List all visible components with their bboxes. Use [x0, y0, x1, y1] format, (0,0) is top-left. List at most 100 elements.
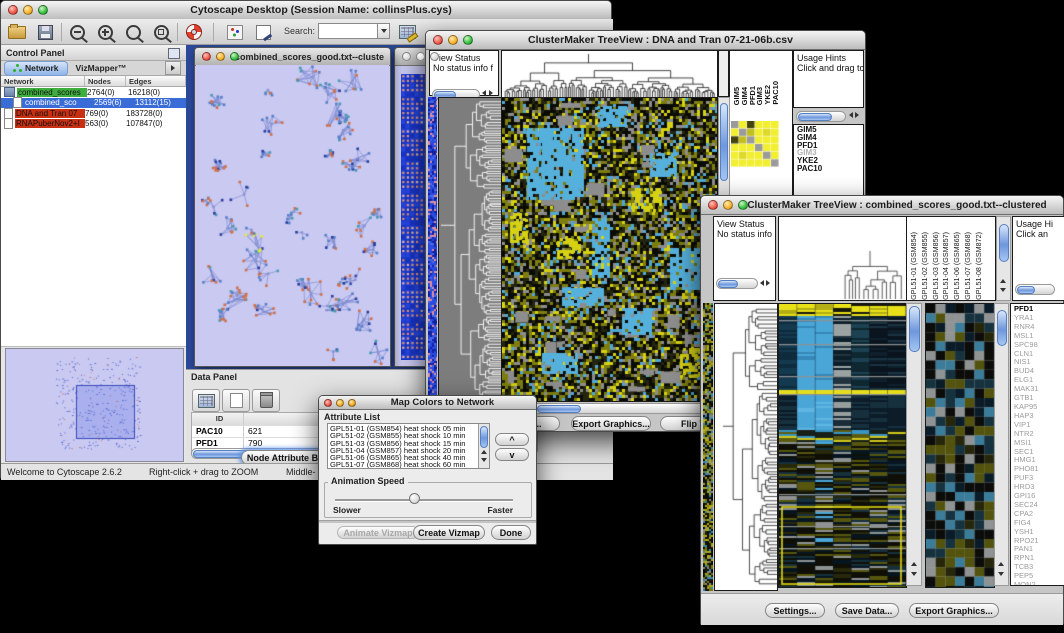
tv2-status-scroll-arrows[interactable] — [760, 280, 770, 286]
tv1-mini-scroll-strip[interactable] — [718, 50, 729, 97]
scroll-thumb[interactable] — [720, 103, 728, 181]
move-down-button[interactable]: v — [495, 448, 529, 461]
minimize-icon[interactable] — [23, 5, 33, 15]
select-attributes-button[interactable] — [192, 389, 220, 412]
minimize-icon[interactable] — [448, 35, 458, 45]
close-icon[interactable] — [433, 35, 443, 45]
tv1-usage-scroll-arrows[interactable] — [849, 112, 859, 118]
tv2-top-vscrollbar[interactable] — [996, 216, 1011, 301]
tv2-column-dendrogram[interactable] — [778, 216, 907, 301]
create-vizmap-button[interactable]: Create Vizmap — [413, 525, 485, 540]
zoom-window-icon[interactable] — [463, 35, 473, 45]
attribute-editor-button[interactable] — [395, 22, 419, 42]
zoom-selected-button[interactable] — [121, 22, 145, 42]
network-canvas[interactable] — [196, 65, 389, 366]
tv1-status-scroll-arrows[interactable] — [482, 90, 493, 96]
annotation-button[interactable] — [251, 22, 275, 42]
listbox-scrollbar[interactable] — [478, 424, 489, 468]
tv2-heatmap[interactable] — [778, 303, 907, 588]
dialog-titlebar[interactable]: Map Colors to Network — [319, 396, 536, 410]
float-panel-icon[interactable] — [168, 48, 180, 59]
tab-vizmapper[interactable]: VizMapper™ — [68, 62, 135, 75]
zoom-window-icon[interactable] — [38, 5, 48, 15]
minimize-icon[interactable] — [723, 200, 733, 210]
zoom-in-button[interactable] — [93, 22, 117, 42]
tv2-save-data-button[interactable]: Save Data... — [835, 603, 899, 618]
zoom-window-icon[interactable] — [430, 52, 439, 61]
arrow-right-icon[interactable] — [489, 90, 493, 96]
treeview1-titlebar[interactable]: ClusterMaker TreeView : DNA and Tran 07-… — [426, 31, 865, 50]
tv2-status-scrollbar[interactable] — [716, 278, 758, 289]
zoom-window-icon[interactable] — [348, 399, 356, 407]
search-dropdown[interactable] — [377, 23, 390, 39]
arrow-left-icon[interactable] — [760, 280, 764, 286]
scroll-thumb[interactable] — [997, 310, 1007, 346]
tv2-usage-scrollbar[interactable] — [1015, 284, 1055, 295]
minimize-icon[interactable] — [336, 399, 344, 407]
tab-overflow-button[interactable] — [165, 61, 181, 75]
tv1-usage-scrollbar[interactable] — [796, 111, 846, 122]
minimize-icon[interactable] — [216, 52, 225, 61]
tv1-summary-matrix[interactable] — [731, 121, 779, 167]
zoom-window-icon[interactable] — [738, 200, 748, 210]
search-input[interactable] — [318, 23, 378, 39]
scroll-thumb[interactable] — [909, 306, 920, 352]
zoom-out-button[interactable] — [65, 22, 89, 42]
network-view-window-1[interactable]: combined_scores_good.txt--cluste... — [194, 47, 391, 367]
scroll-thumb[interactable] — [798, 113, 832, 121]
open-session-button[interactable] — [5, 22, 29, 42]
tv1-export-graphics-button[interactable]: Export Graphics... — [571, 416, 651, 431]
network-row[interactable]: combined_scores 2764(0) 16218(0) — [1, 87, 186, 98]
scroll-thumb[interactable] — [537, 405, 581, 413]
tv1-global-view-strip[interactable] — [428, 97, 437, 400]
close-icon[interactable] — [708, 200, 718, 210]
tv1-row-dendrogram[interactable] — [438, 97, 502, 402]
zoom-fit-button[interactable] — [149, 22, 173, 42]
tv1-column-dendrogram[interactable] — [501, 50, 718, 98]
save-session-button[interactable] — [33, 22, 57, 42]
tv2-vscrollbar[interactable] — [906, 303, 922, 586]
tv2-detail-heatmap[interactable] — [925, 303, 995, 588]
attribute-item[interactable]: GPL51-07 (GSM868) heat shock 60 min — [328, 461, 477, 468]
new-attribute-button[interactable] — [222, 389, 250, 412]
scroll-thumb[interactable] — [718, 280, 738, 288]
close-icon[interactable] — [402, 52, 411, 61]
scroll-down-icon[interactable] — [998, 563, 1004, 581]
network-view-1-titlebar[interactable]: combined_scores_good.txt--cluste... — [195, 48, 390, 66]
treeview2-titlebar[interactable]: ClusterMaker TreeView : combined_scores_… — [701, 196, 1063, 215]
arrow-right-icon[interactable] — [766, 280, 770, 286]
scroll-down-icon[interactable] — [1000, 279, 1006, 297]
tv2-global-view-strip[interactable] — [703, 303, 713, 591]
scroll-down-icon[interactable] — [911, 563, 917, 581]
cytoscape-titlebar[interactable]: Cytoscape Desktop (Session Name: collins… — [1, 1, 611, 20]
done-button[interactable]: Done — [491, 525, 531, 540]
minimize-icon[interactable] — [416, 52, 425, 61]
navigator-canvas[interactable] — [6, 349, 181, 459]
arrow-left-icon[interactable] — [482, 90, 486, 96]
delete-attribute-button[interactable] — [252, 389, 280, 412]
network-navigator[interactable] — [5, 348, 184, 462]
tv2-export-graphics-button[interactable]: Export Graphics... — [909, 603, 999, 618]
scroll-down-icon[interactable] — [481, 449, 487, 467]
close-icon[interactable] — [8, 5, 18, 15]
network-row[interactable]: DNA and Tran 07 769(0) 183728(0) — [1, 108, 186, 119]
tab-network[interactable]: Network — [4, 61, 68, 76]
arrow-left-icon[interactable] — [849, 112, 853, 118]
tv2-row-dendrogram[interactable] — [714, 303, 778, 591]
speed-slider-track[interactable] — [335, 499, 513, 502]
network-row[interactable]: RNAPuberNov2+I 563(0) 107847(0) — [1, 119, 186, 130]
tv2-settings-button[interactable]: Settings... — [765, 603, 825, 618]
tv2-gene-vscrollbar[interactable] — [994, 303, 1009, 586]
close-icon[interactable] — [202, 52, 211, 61]
help-button[interactable] — [182, 22, 206, 42]
speed-slider-thumb[interactable] — [409, 493, 420, 504]
scroll-thumb[interactable] — [999, 224, 1009, 262]
zoom-window-icon[interactable] — [230, 52, 239, 61]
arrow-right-icon[interactable] — [855, 112, 859, 118]
scroll-thumb[interactable] — [1017, 286, 1035, 294]
move-up-button[interactable]: ^ — [495, 433, 529, 446]
network-row-selected[interactable]: combined_sco 2569(6) 13112(15) — [1, 98, 186, 109]
tv1-heatmap[interactable] — [501, 97, 718, 402]
animate-vizmap-button[interactable]: Animate Vizmap — [337, 526, 419, 539]
vizmapper-button[interactable] — [223, 22, 247, 42]
